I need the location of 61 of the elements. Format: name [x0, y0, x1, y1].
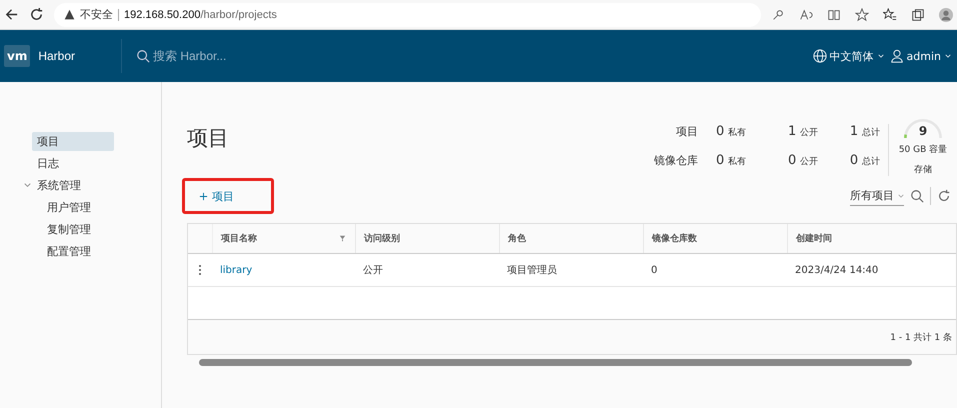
- project-link[interactable]: library: [220, 264, 252, 276]
- logo[interactable]: vm: [4, 45, 30, 67]
- storage-value: 9: [918, 124, 928, 138]
- user-menu[interactable]: admin: [890, 48, 951, 64]
- caret-icon: [878, 54, 884, 58]
- book-icon[interactable]: [827, 8, 841, 22]
- globe-icon: [812, 49, 827, 63]
- nav-item[interactable]: 用户管理: [32, 198, 124, 217]
- caret-icon: [945, 54, 951, 58]
- search-icon: [136, 49, 150, 63]
- nav-item[interactable]: 系统管理: [32, 176, 114, 195]
- table-cell-text: 公开: [363, 264, 383, 277]
- url-text: 192.168.50.200/harbor/projects: [124, 8, 277, 20]
- table-cell: 0: [651, 264, 658, 276]
- app-title[interactable]: Harbor: [38, 49, 76, 63]
- pagination-text: 1 - 1 共计 1 条: [890, 332, 952, 344]
- storage-label: 存储: [914, 164, 932, 176]
- refresh-icon[interactable]: [937, 189, 951, 203]
- key-icon[interactable]: [771, 8, 785, 22]
- chevron-icon[interactable]: [23, 181, 32, 190]
- plus-icon: [199, 192, 208, 200]
- project-filter-dropdown[interactable]: 所有项目: [850, 186, 904, 206]
- column-header[interactable]: 访问级别: [356, 224, 500, 253]
- filter-icon[interactable]: [338, 234, 347, 243]
- column-header[interactable]: 角色: [500, 224, 644, 253]
- column-header[interactable]: 项目名称: [213, 224, 356, 253]
- caret-icon: [898, 194, 904, 198]
- stat-label: 镜像仓库: [653, 153, 698, 168]
- nav-item[interactable]: 日志: [32, 154, 114, 173]
- column-header[interactable]: 创建时间: [788, 224, 956, 253]
- search-icon[interactable]: [910, 189, 924, 203]
- back-icon[interactable]: [4, 7, 19, 22]
- stat-value: 1 公开: [786, 124, 820, 139]
- stat-value: 0 私有: [716, 153, 748, 168]
- nav-item[interactable]: 配置管理: [32, 242, 124, 261]
- reload-icon[interactable]: [29, 7, 44, 22]
- search-field[interactable]: 搜索 Harbor...: [153, 49, 353, 63]
- security-label: 不安全: [80, 8, 113, 22]
- address-bar[interactable]: 不安全 192.168.50.200/harbor/projects: [54, 2, 761, 26]
- read-aloud-icon[interactable]: [799, 8, 813, 22]
- favorite-icon[interactable]: [855, 8, 869, 22]
- column-header[interactable]: 镜像仓库数: [644, 224, 788, 253]
- stat-value: 0 总计: [848, 153, 880, 168]
- user-icon: [890, 49, 904, 63]
- favorites-icon[interactable]: [883, 8, 897, 22]
- storage-capacity: 50 GB 容量: [898, 144, 948, 156]
- collections-icon[interactable]: [911, 8, 925, 22]
- stat-value: 0 公开: [786, 153, 820, 168]
- profile-icon[interactable]: [939, 8, 953, 22]
- new-project-button[interactable]: 项目: [182, 178, 274, 214]
- row-menu-icon[interactable]: [198, 264, 202, 276]
- stat-value: 1 总计: [848, 124, 880, 139]
- page-title: 项目: [187, 125, 229, 152]
- stat-label: 项目: [675, 124, 698, 139]
- nav-item[interactable]: 复制管理: [32, 220, 124, 239]
- nav-item[interactable]: 项目: [32, 132, 114, 151]
- stat-value: 0 私有: [716, 124, 748, 139]
- table-cell-text: 项目管理员: [507, 264, 557, 277]
- language-menu[interactable]: 中文简体: [812, 48, 884, 64]
- warning-icon: [64, 9, 75, 20]
- table-cell: 2023/4/24 14:40: [795, 264, 878, 276]
